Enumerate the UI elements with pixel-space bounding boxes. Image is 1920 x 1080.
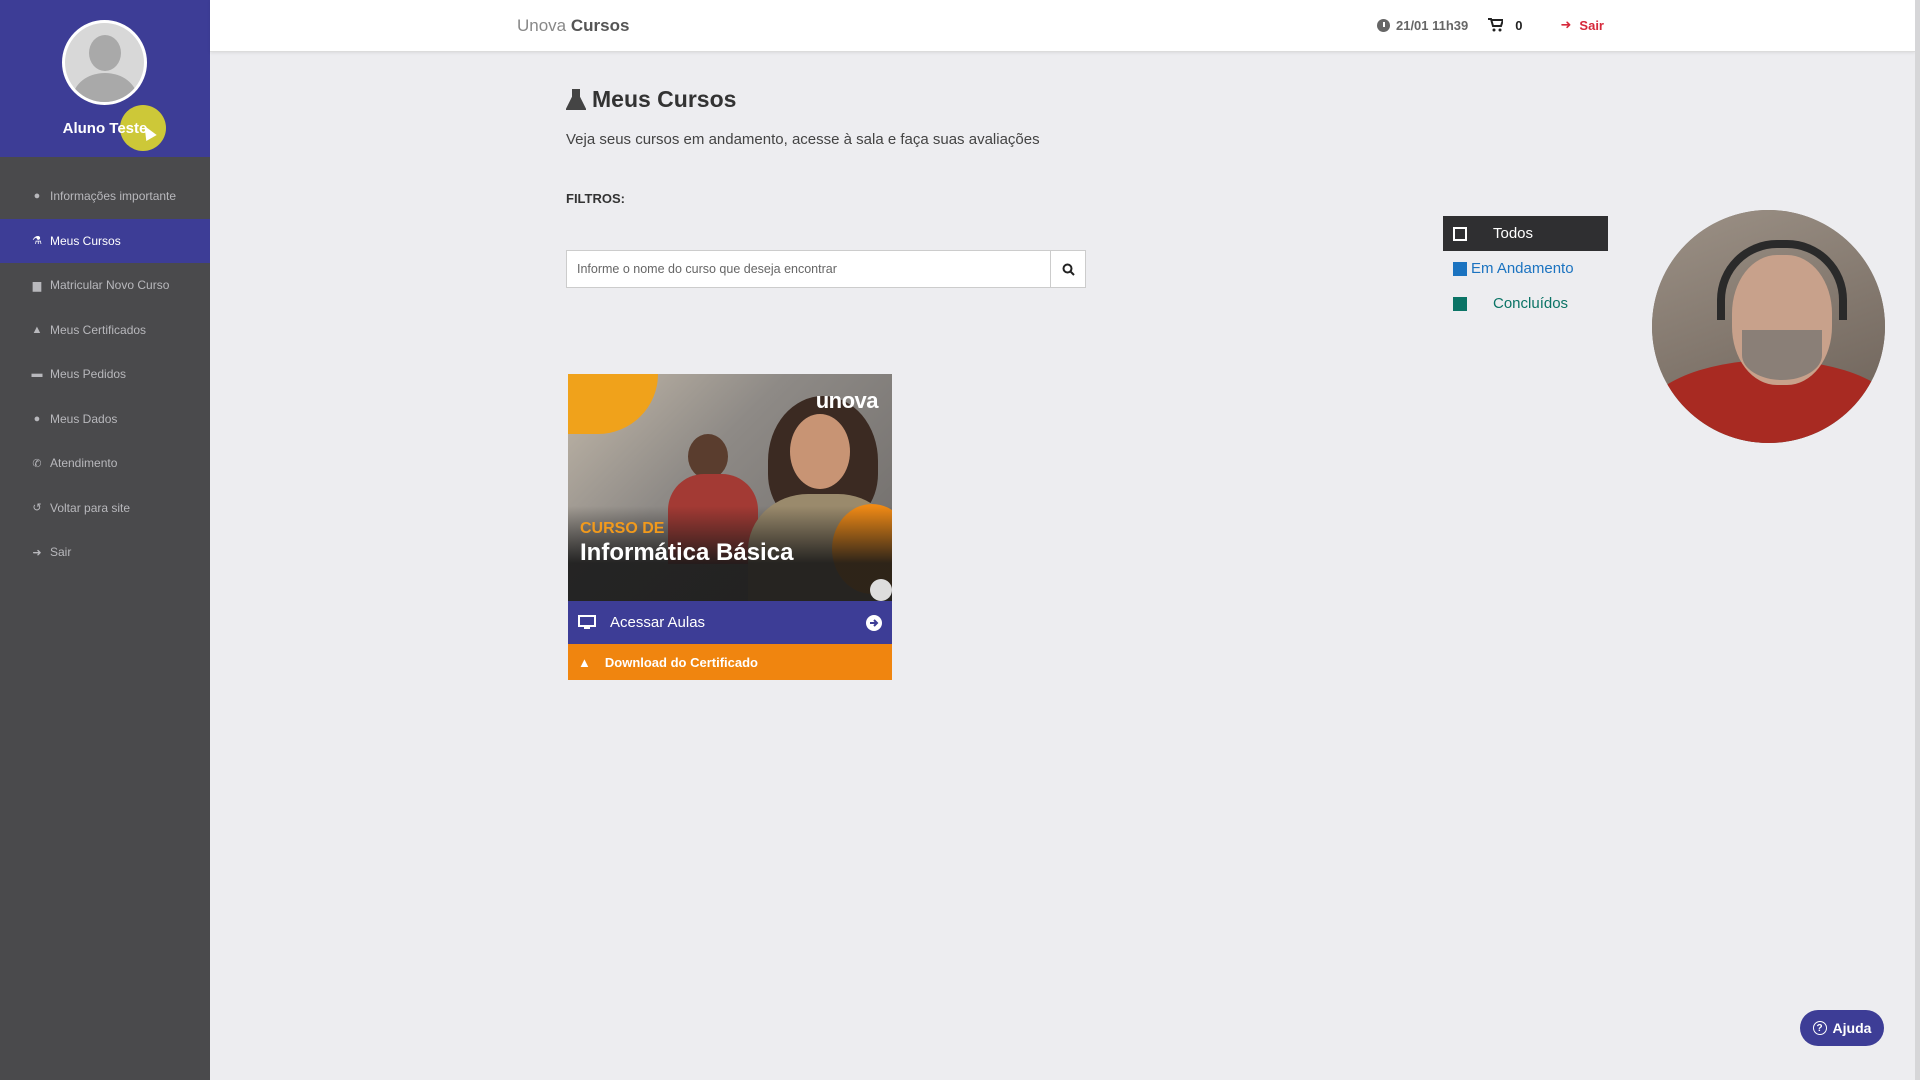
sidebar-item-label: Informações importante bbox=[50, 189, 177, 204]
profile-name: Aluno Teste bbox=[62, 120, 148, 137]
course-image-line1: CURSO DE bbox=[580, 520, 665, 537]
avatar-body bbox=[73, 73, 137, 102]
filter-label: Todos bbox=[1493, 225, 1534, 242]
datetime-display: 21/01 11h39 bbox=[1376, 17, 1469, 33]
sidebar-item-label: Atendimento bbox=[50, 456, 118, 471]
page-title: Meus Cursos bbox=[566, 86, 736, 113]
flask-icon: ⚗ bbox=[32, 235, 42, 248]
help-label: Ajuda bbox=[1832, 1020, 1872, 1036]
brand-bold: Cursos bbox=[570, 16, 630, 35]
flask-icon bbox=[566, 88, 586, 110]
topbar-actions: 21/01 11h39 0 ➜ Sair bbox=[1376, 17, 1604, 33]
sidebar-item-certificados[interactable]: ▲ Meus Certificados bbox=[0, 308, 210, 353]
checkbox-icon bbox=[1453, 226, 1467, 241]
sidebar-item-meus-cursos[interactable]: ⚗ Meus Cursos bbox=[0, 218, 210, 263]
course-image[interactable]: unova CURSO DE Informática Básica bbox=[568, 374, 892, 601]
sign-out-icon: ➜ bbox=[32, 546, 42, 559]
image-decor bbox=[870, 579, 892, 601]
sidebar-item-label: Meus Cursos bbox=[50, 233, 121, 248]
search-button[interactable] bbox=[1050, 251, 1085, 287]
page-title-text: Meus Cursos bbox=[592, 86, 737, 112]
sidebar-item-label: Meus Pedidos bbox=[50, 367, 127, 382]
image-decor bbox=[568, 374, 658, 434]
graduation-cap-icon: ▲ bbox=[578, 654, 591, 670]
monitor-icon bbox=[578, 615, 596, 629]
sidebar-item-matricular[interactable]: ▆ Matricular Novo Curso bbox=[0, 263, 210, 308]
download-certificate-button[interactable]: ▲ Download do Certificado bbox=[568, 644, 892, 680]
sidebar-item-informacoes[interactable]: ● Informações importante bbox=[0, 174, 210, 219]
course-search bbox=[566, 250, 1086, 288]
sidebar: Aluno Teste ● Informações importante ⚗ M… bbox=[0, 0, 210, 1080]
access-lessons-button[interactable]: Acessar Aulas bbox=[568, 601, 892, 644]
filter-label: Em Andamento bbox=[1471, 260, 1574, 277]
image-decor bbox=[688, 434, 728, 479]
course-card: unova CURSO DE Informática Básica Acessa… bbox=[568, 374, 892, 680]
sidebar-item-label: Voltar para site bbox=[50, 500, 131, 515]
filter-em-andamento[interactable]: Em Andamento bbox=[1443, 251, 1608, 286]
square-icon bbox=[1453, 261, 1467, 276]
profile-panel: Aluno Teste bbox=[0, 0, 210, 157]
unova-logo: unova bbox=[815, 388, 879, 413]
sidebar-item-atendimento[interactable]: ✆ Atendimento bbox=[0, 441, 210, 486]
brand-light: Unova bbox=[517, 16, 567, 35]
sidebar-item-label: Matricular Novo Curso bbox=[50, 278, 170, 293]
logout-label: Sair bbox=[1579, 17, 1604, 33]
book-icon: ▆ bbox=[32, 279, 42, 292]
search-input[interactable] bbox=[567, 251, 1050, 287]
datetime-text: 21/01 11h39 bbox=[1395, 17, 1469, 33]
graduation-cap-icon: ▲ bbox=[31, 323, 43, 336]
topbar: Unova Cursos 21/01 11h39 0 ➜ Sair bbox=[210, 0, 1915, 52]
status-filters: Todos Em Andamento Concluídos bbox=[1443, 216, 1608, 321]
square-icon bbox=[1453, 296, 1467, 311]
cart-count: 0 bbox=[1515, 17, 1523, 33]
undo-icon: ↺ bbox=[32, 502, 42, 515]
brand-logo[interactable]: Unova Cursos bbox=[517, 16, 629, 36]
search-icon bbox=[1062, 263, 1075, 276]
filter-label: Concluídos bbox=[1493, 295, 1569, 312]
credit-card-icon: ▬ bbox=[31, 368, 43, 381]
sidebar-item-label: Meus Dados bbox=[50, 411, 118, 426]
arrow-circle-right-icon bbox=[866, 614, 882, 631]
access-lessons-label: Acessar Aulas bbox=[610, 614, 706, 631]
webcam-person bbox=[1742, 330, 1822, 380]
logout-button[interactable]: ➜ Sair bbox=[1561, 17, 1604, 33]
sidebar-item-dados[interactable]: ● Meus Dados bbox=[0, 397, 210, 442]
filter-concluidos[interactable]: Concluídos bbox=[1443, 286, 1608, 321]
sidebar-item-label: Meus Certificados bbox=[50, 322, 147, 337]
page-subtitle: Veja seus cursos em andamento, acesse à … bbox=[566, 131, 1040, 148]
sidebar-item-voltar[interactable]: ↺ Voltar para site bbox=[0, 486, 210, 531]
course-image-title: Informática Básica bbox=[580, 539, 794, 566]
cart-icon bbox=[1488, 18, 1504, 32]
avatar-head bbox=[89, 35, 121, 71]
page-scrollbar[interactable] bbox=[1915, 0, 1920, 1080]
filters-label: FILTROS: bbox=[566, 191, 625, 206]
avatar[interactable] bbox=[62, 20, 147, 105]
help-button[interactable]: ? Ajuda bbox=[1800, 1010, 1884, 1046]
sidebar-item-label: Sair bbox=[50, 545, 72, 560]
download-certificate-label: Download do Certificado bbox=[604, 654, 758, 670]
sign-out-icon: ➜ bbox=[1560, 17, 1572, 32]
sidebar-item-pedidos[interactable]: ▬ Meus Pedidos bbox=[0, 352, 210, 397]
user-icon: ● bbox=[33, 412, 41, 425]
phone-icon: ✆ bbox=[32, 457, 42, 470]
info-icon: ● bbox=[33, 190, 41, 203]
sidebar-nav: ● Informações importante ⚗ Meus Cursos ▆… bbox=[0, 174, 210, 575]
clock-icon bbox=[1376, 18, 1390, 32]
webcam-overlay bbox=[1652, 210, 1885, 443]
image-decor bbox=[790, 414, 850, 489]
cart-button[interactable]: 0 bbox=[1488, 17, 1523, 33]
sidebar-item-sair[interactable]: ➜ Sair bbox=[0, 530, 210, 575]
filter-todos[interactable]: Todos bbox=[1443, 216, 1608, 251]
question-icon: ? bbox=[1812, 1021, 1827, 1035]
